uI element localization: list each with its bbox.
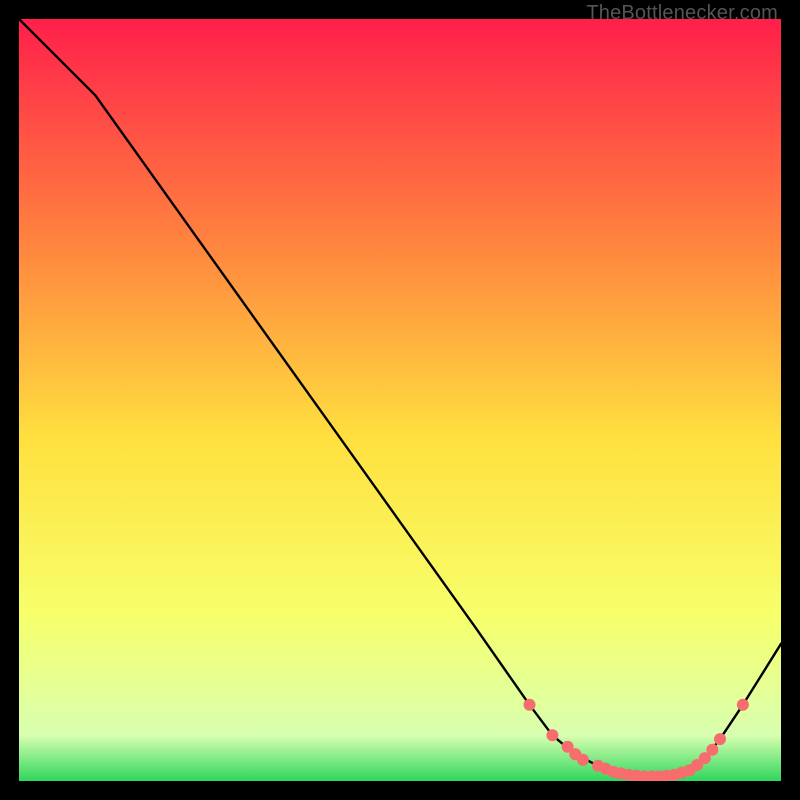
marker-point bbox=[524, 699, 536, 711]
marker-point bbox=[546, 729, 558, 741]
marker-point bbox=[577, 754, 589, 766]
chart-svg bbox=[19, 19, 781, 781]
chart-frame bbox=[19, 19, 781, 781]
gradient-bg bbox=[19, 19, 781, 781]
marker-point bbox=[714, 733, 726, 745]
watermark-text: TheBottlenecker.com bbox=[586, 2, 778, 25]
marker-point bbox=[737, 699, 749, 711]
marker-point bbox=[706, 744, 718, 756]
